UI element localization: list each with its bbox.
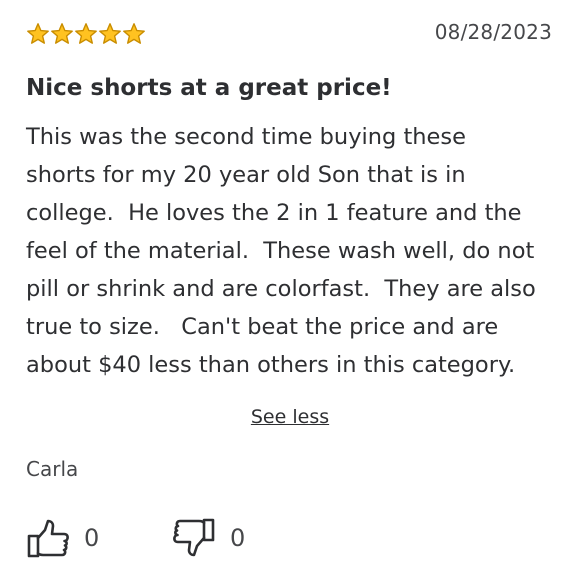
review-card: 08/28/2023 Nice shorts at a great price!… [0,0,580,580]
star-icon [27,23,49,44]
helpful-upvote-button[interactable]: 0 [26,518,99,558]
review-title: Nice shorts at a great price! [26,75,392,101]
star-icon [51,23,73,44]
helpful-downvote-button[interactable]: 0 [172,518,245,558]
thumbs-up-icon [26,518,70,558]
star-rating [26,22,146,46]
see-less-container: See less [0,406,580,428]
review-body: This was the second time buying these sh… [26,124,536,378]
see-less-link[interactable]: See less [251,406,329,428]
review-date: 08/28/2023 [434,20,552,44]
star-icon [99,23,121,44]
thumbs-down-icon [172,518,216,558]
upvote-count: 0 [84,524,100,552]
star-icon [75,23,97,44]
downvote-count: 0 [230,524,246,552]
star-icon [123,23,145,44]
review-author: Carla [26,457,79,481]
